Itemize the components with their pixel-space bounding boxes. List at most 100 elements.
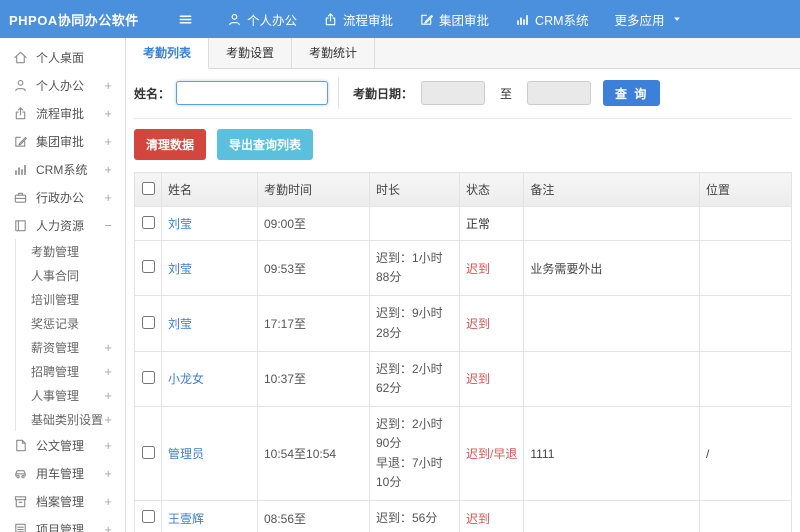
main-content: 考勤列表 考勤设置 考勤统计 姓名： 考勤日期： 至 查 询 清理数据 导出查询列表 — [126, 38, 800, 532]
row-checkbox[interactable] — [141, 510, 155, 524]
duration-line: 迟到：1小时88分 — [376, 251, 443, 285]
table-header-row: 姓名 考勤时间 时长 状态 备注 位置 — [134, 172, 792, 207]
expand-toggle: + — [104, 411, 112, 427]
chart-icon — [515, 12, 530, 27]
sidebar-subitem-基础类别设置[interactable]: 基础类别设置 + — [16, 407, 125, 431]
sidebar-subitem-薪资管理[interactable]: 薪资管理 + — [16, 335, 125, 359]
expand-toggle: + — [104, 387, 112, 403]
column-header-name: 姓名 — [161, 172, 258, 207]
book-icon — [13, 218, 28, 233]
tab-考勤统计[interactable]: 考勤统计 — [292, 38, 376, 68]
duration-line: 迟到：2小时62分 — [376, 361, 443, 395]
sidebar-item-个人桌面[interactable]: 个人桌面 — [0, 43, 125, 71]
sidebar-subitem-培训管理[interactable]: 培训管理 — [16, 287, 125, 311]
expand-toggle: + — [104, 339, 112, 355]
hamburger-menu-icon[interactable] — [178, 12, 198, 27]
tab-考勤列表[interactable]: 考勤列表 — [126, 38, 210, 69]
note-cell: 业务需要外出 — [523, 239, 700, 297]
nav-item-0[interactable]: 个人办公 — [214, 0, 310, 38]
sidebar-subitem-label: 人事合同 — [31, 268, 80, 283]
app-logo[interactable]: PHPOA协同办公软件 — [0, 10, 160, 29]
row-checkbox[interactable] — [141, 215, 155, 229]
sidebar-item-档案管理[interactable]: 档案管理 + — [0, 487, 125, 515]
filter-bar: 姓名： 考勤日期： 至 查 询 — [134, 69, 792, 119]
sidebar-item-label: 用车管理 — [36, 466, 85, 481]
location-cell — [699, 499, 792, 532]
nav-item-label: 个人办公 — [247, 13, 298, 28]
employee-name-link[interactable]: 王壹辉 — [168, 512, 204, 526]
user-icon — [227, 12, 242, 27]
sidebar-subitem-label: 招聘管理 — [31, 364, 80, 379]
nav-item-4[interactable]: 更多应用 — [602, 0, 695, 38]
attendance-time-cell: 08:56至 — [257, 499, 370, 532]
tab-考勤设置[interactable]: 考勤设置 — [209, 38, 293, 68]
row-checkbox[interactable] — [141, 260, 155, 274]
export-list-button[interactable]: 导出查询列表 — [217, 129, 314, 160]
caret-down-icon — [672, 14, 682, 24]
search-button[interactable]: 查 询 — [603, 80, 661, 106]
sidebar-subitem-考勤管理[interactable]: 考勤管理 — [16, 239, 125, 263]
expand-toggle: + — [104, 77, 112, 93]
employee-name-link[interactable]: 刘莹 — [168, 262, 192, 276]
row-checkbox[interactable] — [141, 445, 155, 459]
nav-item-label: 集团审批 — [439, 13, 490, 28]
status-badge: 迟到 — [466, 261, 491, 276]
attendance-time-cell: 17:17至 — [257, 295, 370, 352]
sidebar-subitem-奖惩记录[interactable]: 奖惩记录 — [16, 311, 125, 335]
sidebar-item-人力资源[interactable]: 人力资源 − — [0, 211, 125, 239]
status-cell: 迟到 — [458, 239, 525, 297]
row-checkbox[interactable] — [141, 315, 155, 329]
sidebar: 个人桌面 个人办公 + 流程审批 + 集团审批 + CRM系统 + 行政办公 + 人力资源 − 考勤管理人… — [0, 38, 126, 532]
sidebar-subitem-招聘管理[interactable]: 招聘管理 + — [16, 359, 125, 383]
table-row: 小龙女 10:37至 迟到：2小时62分 迟到 — [134, 350, 792, 408]
sidebar-subitem-人事管理[interactable]: 人事管理 + — [16, 383, 125, 407]
date-to-input[interactable] — [527, 81, 592, 105]
sidebar-item-个人办公[interactable]: 个人办公 + — [0, 71, 125, 99]
employee-name-link[interactable]: 刘莹 — [168, 217, 192, 231]
sidebar-subitem-label: 薪资管理 — [31, 340, 80, 355]
sidebar-item-CRM系统[interactable]: CRM系统 + — [0, 155, 125, 183]
sidebar-subitem-人事合同[interactable]: 人事合同 — [16, 263, 125, 287]
sidebar-item-用车管理[interactable]: 用车管理 + — [0, 459, 125, 487]
sidebar-item-label: 个人桌面 — [36, 50, 85, 65]
sidebar-item-行政办公[interactable]: 行政办公 + — [0, 183, 125, 211]
employee-name-link[interactable]: 小龙女 — [168, 372, 204, 386]
duration-line: 早退：7小时10分 — [376, 455, 443, 489]
employee-name-link[interactable]: 管理员 — [168, 447, 204, 461]
status-badge: 迟到 — [466, 372, 491, 387]
top-header: PHPOA协同办公软件 个人办公 流程审批 集团审批 CRM系统 更多应用 — [0, 0, 800, 38]
duration-line: 迟到：9小时28分 — [376, 306, 443, 340]
sidebar-item-label: 人力资源 — [36, 218, 85, 233]
nav-item-2[interactable]: 集团审批 — [406, 0, 502, 38]
table-row: 管理员 10:54至10:54 迟到：2小时90分 早退：7小时10分 迟到/早退 111… — [134, 406, 792, 501]
nav-item-3[interactable]: CRM系统 — [502, 0, 601, 38]
app-window: PHPOA协同办公软件 个人办公 流程审批 集团审批 CRM系统 更多应用 个人桌面 个人… — [0, 0, 800, 532]
nav-item-1[interactable]: 流程审批 — [310, 0, 406, 38]
sidebar-item-公文管理[interactable]: 公文管理 + — [0, 431, 125, 459]
expand-toggle: + — [104, 133, 112, 149]
select-all-checkbox[interactable] — [141, 181, 155, 195]
sidebar-subitem-label: 基础类别设置 — [31, 412, 104, 427]
status-cell: 迟到 — [458, 350, 525, 408]
name-filter-input[interactable] — [176, 81, 329, 105]
nav-item-label: CRM系统 — [535, 13, 589, 28]
date-from-input[interactable] — [421, 81, 486, 105]
employee-name-link[interactable]: 刘莹 — [168, 317, 192, 331]
clear-data-button[interactable]: 清理数据 — [134, 129, 207, 160]
sidebar-item-label: CRM系统 — [36, 162, 88, 177]
sidebar-subitem-label: 培训管理 — [31, 292, 80, 307]
edit-icon — [419, 12, 434, 27]
location-cell — [699, 350, 792, 408]
sidebar-item-项目管理[interactable]: 项目管理 + — [0, 515, 125, 532]
expand-toggle: + — [104, 465, 112, 481]
status-cell: 迟到 — [458, 295, 525, 352]
expand-toggle: + — [104, 189, 112, 205]
table-row: 刘莹 09:00至 正常 — [134, 206, 792, 241]
expand-toggle: + — [104, 493, 112, 509]
row-checkbox[interactable] — [141, 370, 155, 384]
sidebar-item-集团审批[interactable]: 集团审批 + — [0, 127, 125, 155]
briefcase-icon — [13, 190, 28, 205]
archive-icon — [13, 494, 28, 509]
attendance-time-cell: 10:37至 — [257, 350, 370, 408]
sidebar-item-流程审批[interactable]: 流程审批 + — [0, 99, 125, 127]
